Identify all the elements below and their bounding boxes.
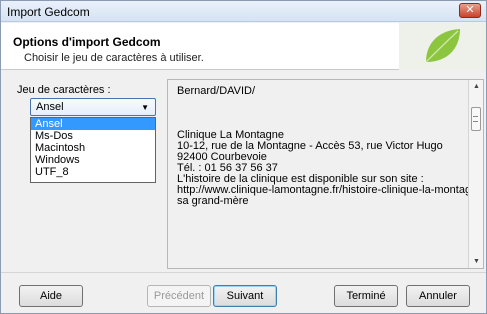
close-button[interactable]: ✕ bbox=[459, 3, 481, 18]
charset-option-msdos[interactable]: Ms-Dos bbox=[31, 130, 155, 142]
scroll-up-icon[interactable]: ▲ bbox=[473, 83, 480, 90]
window-title: Import Gedcom bbox=[7, 5, 90, 19]
logo-area bbox=[399, 23, 486, 70]
charset-option-macintosh[interactable]: Macintosh bbox=[31, 142, 155, 154]
grip-icon bbox=[473, 116, 478, 122]
next-button[interactable]: Suivant bbox=[213, 285, 277, 307]
header-subtitle: Choisir le jeu de caractères à utiliser. bbox=[24, 52, 204, 64]
import-gedcom-dialog: Import Gedcom ✕ Options d'import Gedcom … bbox=[0, 0, 487, 314]
preview-text: Bernard/DAVID/ Clinique La Montagne 10-1… bbox=[177, 86, 469, 207]
preview-text-area[interactable]: Bernard/DAVID/ Clinique La Montagne 10-1… bbox=[167, 79, 484, 269]
charset-select[interactable]: Ansel ▼ bbox=[30, 98, 156, 116]
vertical-scrollbar[interactable]: ▲ ▼ bbox=[468, 80, 483, 268]
charset-option-ansel[interactable]: Ansel bbox=[31, 118, 155, 130]
chevron-down-icon[interactable]: ▼ bbox=[141, 103, 149, 112]
title-bar[interactable]: Import Gedcom ✕ bbox=[1, 1, 486, 22]
leaf-icon bbox=[425, 29, 460, 63]
charset-label: Jeu de caractères : bbox=[17, 84, 111, 96]
charset-option-windows[interactable]: Windows bbox=[31, 154, 155, 166]
help-button[interactable]: Aide bbox=[19, 285, 83, 307]
header-title: Options d'import Gedcom bbox=[13, 35, 161, 49]
footer-divider bbox=[1, 272, 486, 273]
scroll-down-icon[interactable]: ▼ bbox=[473, 258, 480, 265]
wizard-header: Options d'import Gedcom Choisir le jeu d… bbox=[1, 23, 486, 70]
charset-option-utf8[interactable]: UTF_8 bbox=[31, 166, 155, 178]
cancel-button[interactable]: Annuler bbox=[406, 285, 470, 307]
charset-dropdown-list: Ansel Ms-Dos Macintosh Windows UTF_8 bbox=[30, 117, 156, 183]
charset-selected-value: Ansel bbox=[36, 101, 64, 113]
previous-button[interactable]: Précédent bbox=[147, 285, 211, 307]
finish-button[interactable]: Terminé bbox=[334, 285, 398, 307]
